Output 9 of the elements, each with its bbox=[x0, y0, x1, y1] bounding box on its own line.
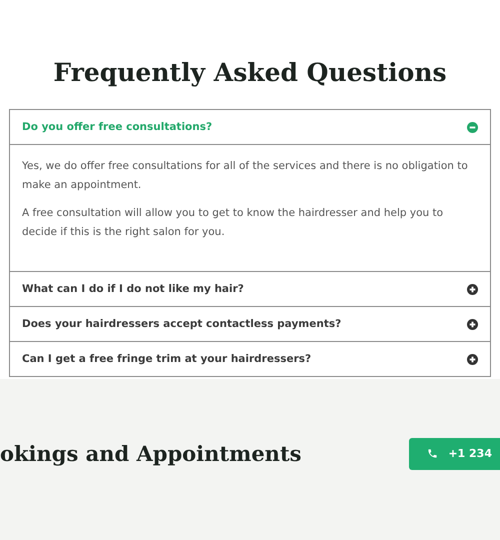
answer-paragraph: A free consultation will allow you to get to know the hairdresser and help you to decide if this is the right salon for you. bbox=[22, 206, 444, 240]
phone-icon bbox=[427, 448, 438, 459]
plus-circle-icon bbox=[467, 284, 478, 294]
plus-circle-icon bbox=[467, 354, 478, 364]
plus-circle-icon bbox=[467, 318, 478, 330]
section-title: Frequently Asked Questions bbox=[52, 58, 448, 87]
bookings-title: okings and Appointments bbox=[0, 441, 302, 466]
answer-paragraph: Yes, we do offer free consultations for all of the services and there is no obligation to make an appointment. bbox=[22, 159, 469, 193]
minus-circle-icon bbox=[467, 122, 478, 132]
